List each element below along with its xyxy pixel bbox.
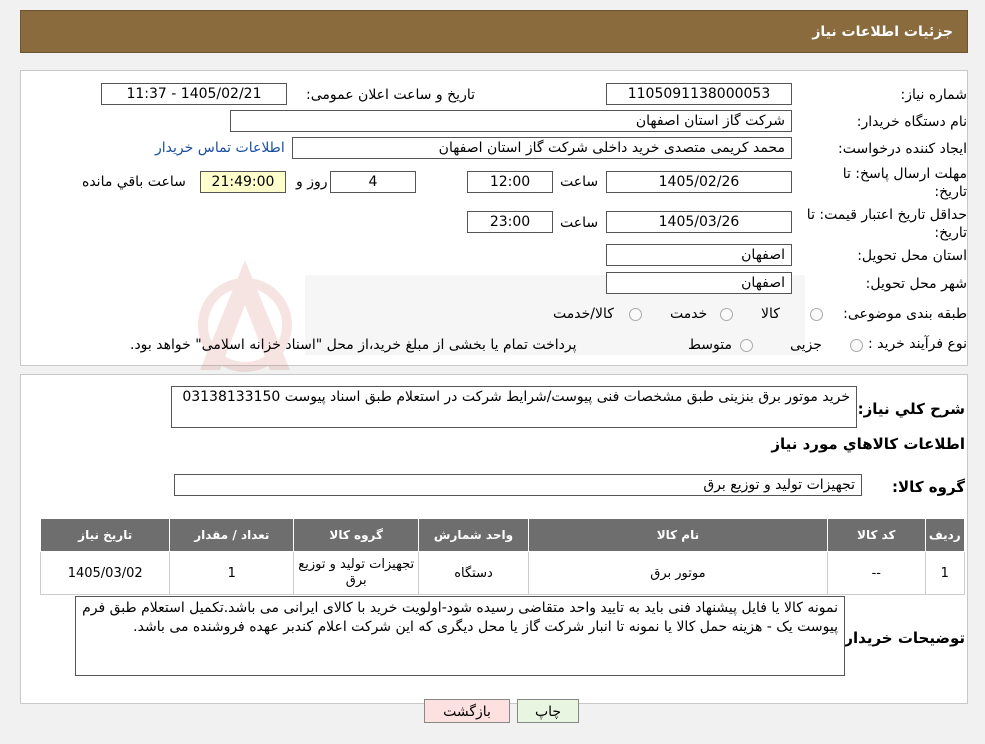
col-header-goods-code: کد کالا [827,518,926,552]
category-radio-service[interactable] [720,308,733,321]
cell-row-number: 1 [924,551,966,595]
category-option-goods-service: کالا/خدمت [553,306,614,322]
reply-date-field: 1405/02/26 [606,171,792,193]
creator-field: محمد کریمی متصدی خرید داخلی شرکت گاز است… [292,137,792,159]
reply-time-label: ساعت [560,174,599,190]
announce-label: تاریخ و ساعت اعلان عمومی: [306,87,475,103]
cell-quantity: 1 [169,551,295,595]
validity-time-field: 23:00 [467,211,553,233]
buyer-org-field: شرکت گاز استان اصفهان [230,110,792,132]
col-header-goods-name: نام کالا [527,518,829,552]
validity-time-label: ساعت [560,215,599,231]
cell-goods-name: موتور برق [527,551,829,595]
province-field: اصفهان [606,244,792,266]
category-label: طبقه بندی موضوعی: [843,306,967,322]
back-button[interactable]: بازگشت [424,699,510,723]
category-radio-goods[interactable] [810,308,823,321]
cell-goods-group: تجهیزات تولید و توزیع برق [293,551,420,595]
col-header-quantity: تعداد / مقدار [169,518,295,552]
cell-need-date: 1405/03/02 [39,551,171,595]
cell-unit: دستگاه [418,551,529,595]
process-note: پرداخت تمام یا بخشی از مبلغ خرید،از محل … [130,337,577,353]
description-label: شرح کلي نياز: [857,400,965,418]
process-radio-medium[interactable] [740,339,753,352]
province-label: استان محل تحویل: [857,248,967,264]
remaining-time-field: 21:49:00 [200,171,286,193]
description-text: خرید موتور برق بنزینی طبق مشخصات فنی پیو… [182,389,850,405]
col-header-row-number: رديف [924,518,966,552]
validity-label: حداقل تاریخ اعتبار قیمت: تا [806,207,967,223]
buyer-notes-text: نمونه کالا یا فایل پیشنهاد فنی باید به ت… [82,600,838,635]
buyer-notes-field: نمونه کالا یا فایل پیشنهاد فنی باید به ت… [75,596,845,676]
reply-deadline-label-date: تاریخ: [934,184,967,200]
process-label: نوع فرآیند خرید : [868,336,967,352]
col-header-unit: واحد شمارش [418,518,529,552]
category-option-service: خدمت [670,306,708,322]
contact-buyer-link[interactable]: اطلاعات تماس خریدار [155,140,285,156]
reply-deadline-label: مهلت ارسال پاسخ: تا [842,166,967,182]
process-option-minor: جزیی [790,337,822,353]
table-row: 1 -- موتور برق دستگاه تجهیزات تولید و تو… [39,551,966,595]
col-header-need-date: تاريخ نياز [39,518,171,552]
reply-time-field: 12:00 [467,171,553,193]
validity-label-date: تاریخ: [934,225,967,241]
process-radio-minor[interactable] [850,339,863,352]
city-field: اصفهان [606,272,792,294]
category-option-goods: کالا [761,306,780,322]
items-section-title: اطلاعات کالاهاي مورد نياز [771,435,965,453]
description-field: خرید موتور برق بنزینی طبق مشخصات فنی پیو… [171,386,857,428]
days-field: 4 [330,171,416,193]
items-table: رديف کد کالا نام کالا واحد شمارش گروه کا… [39,518,966,595]
category-radio-goods-service[interactable] [629,308,642,321]
validity-date-field: 1405/03/26 [606,211,792,233]
buyer-org-label: نام دستگاه خریدار: [856,114,967,130]
creator-label: ایجاد کننده درخواست: [838,141,967,157]
need-number-label: شماره نیاز: [900,87,968,103]
table-header-row: رديف کد کالا نام کالا واحد شمارش گروه کا… [39,518,966,552]
goods-group-label: گروه کالا: [892,478,965,496]
print-button[interactable]: چاپ [517,699,579,723]
process-option-medium: متوسط [688,337,732,353]
page-title: جزئیات اطلاعات نیاز [812,24,953,40]
goods-group-field: تجهیزات تولید و توزیع برق [174,474,862,496]
need-number-field: 1105091138000053 [606,83,792,105]
col-header-goods-group: گروه کالا [293,518,420,552]
page-header: جزئیات اطلاعات نیاز [20,10,968,53]
days-label: روز و [296,174,328,190]
cell-goods-code: -- [827,551,926,595]
buyer-notes-label: توضیحات خریدار: [838,629,965,647]
remaining-label: ساعت باقي مانده [82,174,186,190]
announce-field: 1405/02/21 - 11:37 [101,83,287,105]
city-label: شهر محل تحویل: [865,276,967,292]
